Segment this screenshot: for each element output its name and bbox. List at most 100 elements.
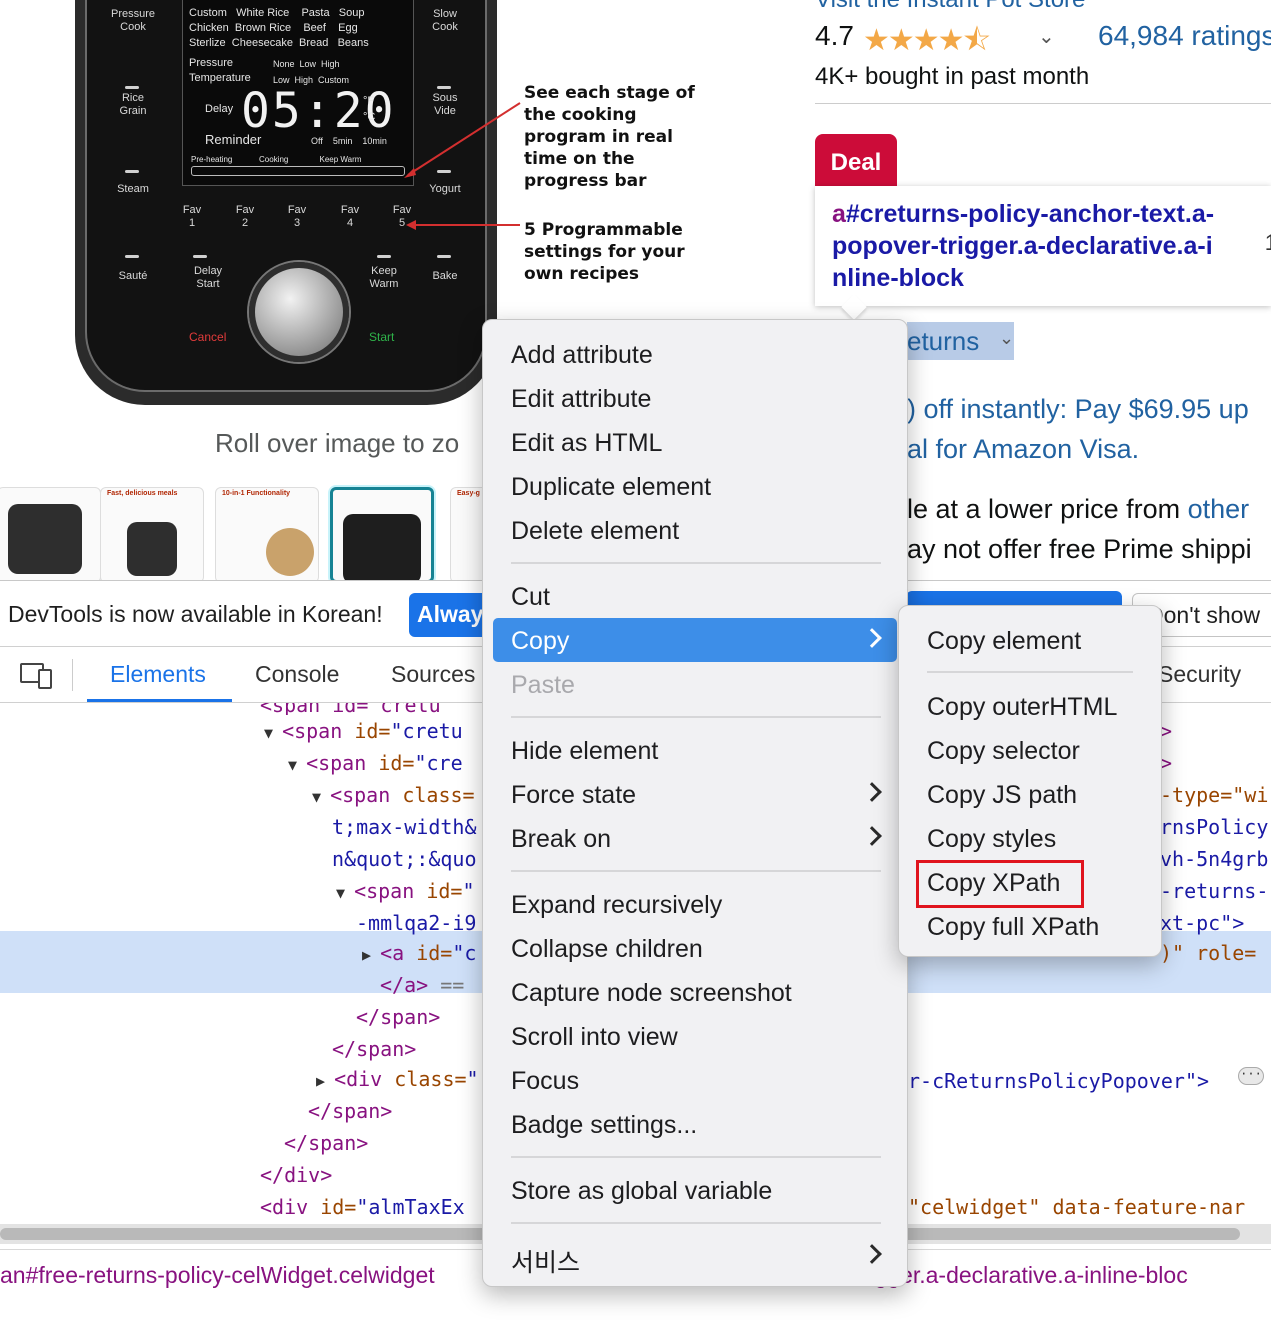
menu-item-break-on[interactable]: Break on (493, 816, 897, 860)
thumbnail[interactable] (0, 487, 101, 580)
menu-item-copy-element[interactable]: Copy element (909, 618, 1153, 662)
menu-item-label: 서비스 (511, 1249, 581, 1277)
menu-item-expand-recursively[interactable]: Expand recursively (493, 882, 897, 926)
store-link[interactable]: Visit the Instant Pot Store (815, 0, 1085, 14)
menu-item-label: Focus (511, 1067, 580, 1095)
device-toolbar-icon[interactable] (20, 661, 54, 689)
menu-item-add-attribute[interactable]: Add attribute (493, 332, 897, 376)
dom-line[interactable]: </span> (356, 1001, 482, 1033)
tab-console[interactable]: Console (255, 661, 339, 688)
dom-tag: <span (282, 719, 343, 743)
button-dash (125, 86, 139, 89)
offer-line[interactable]: ) off instantly: Pay $69.95 up (907, 394, 1249, 425)
menu-item-label: Store as global variable (511, 1177, 773, 1205)
menu-item-label: Copy (511, 627, 570, 655)
menu-item-label: Copy styles (927, 825, 1057, 853)
menu-item-copy-styles[interactable]: Copy styles (909, 816, 1153, 860)
breadcrumb-item[interactable]: an#free-returns-policy-celWidget.celwidg… (0, 1262, 435, 1289)
dom-expand-triangle-icon[interactable]: ▼ (264, 724, 282, 742)
dom-attr-name: id= (414, 879, 463, 903)
dom-line[interactable]: ▼ <span id=" (336, 875, 482, 907)
menu-item-store-as-global-variable[interactable]: Store as global variable (493, 1168, 897, 1212)
dom-line[interactable]: -mmlqa2-i9 (356, 907, 482, 939)
dom-line[interactable]: <div id="almTaxEx (260, 1191, 482, 1223)
dom-line-tail[interactable]: xt-pc"> (1160, 907, 1244, 939)
menu-item-hide-element[interactable]: Hide element (493, 728, 897, 772)
dom-line-tail[interactable]: vh-5n4grb (1160, 843, 1268, 875)
menu-item-force-state[interactable]: Force state (493, 772, 897, 816)
menu-item-services[interactable]: 서비스 (493, 1234, 897, 1278)
returns-link[interactable]: eturns (907, 326, 979, 357)
dom-line-tail[interactable]: -returns- (1160, 875, 1268, 907)
dom-expand-triangle-icon[interactable]: ▼ (336, 884, 354, 902)
dom-line[interactable]: </a> == (380, 969, 482, 1001)
menu-item-delete-element[interactable]: Delete element (493, 508, 897, 552)
tab-security[interactable]: Security (1158, 661, 1241, 688)
menu-item-copy-full-xpath[interactable]: Copy full XPath (909, 904, 1153, 948)
dom-tag: </span> (332, 1037, 417, 1061)
menu-item-copy-js-path[interactable]: Copy JS path (909, 772, 1153, 816)
expand-ellipsis-button[interactable]: ··· (1238, 1067, 1264, 1085)
menu-item-edit-attribute[interactable]: Edit attribute (493, 376, 897, 420)
tooltip-pointer (841, 294, 867, 320)
menu-item-paste: Paste (493, 662, 897, 706)
chevron-down-icon[interactable]: ⌄ (999, 328, 1014, 349)
thumbnail-image (127, 522, 177, 576)
dom-line[interactable]: </span> (332, 1033, 482, 1065)
menu-item-label: Cut (511, 583, 550, 611)
ratings-count-link[interactable]: 64,984 ratings (1098, 20, 1271, 52)
menu-item-copy[interactable]: Copy (493, 618, 897, 662)
chevron-down-icon[interactable]: ⌄ (1038, 24, 1055, 49)
dom-line[interactable]: ▼ <span id="cre (288, 747, 482, 779)
tab-elements[interactable]: Elements (110, 661, 206, 688)
thumbnail-selected[interactable] (330, 487, 434, 580)
deal-badge: Deal (815, 134, 897, 188)
dom-line-tail[interactable]: )" role= (1160, 937, 1256, 969)
dom-expand-triangle-icon[interactable]: ▼ (312, 788, 330, 806)
offer-line[interactable]: al for Amazon Visa. (907, 434, 1139, 465)
star-half-icon: ⯪ (962, 24, 991, 57)
chevron-right-icon (867, 1244, 879, 1264)
star-rating-icon[interactable]: ★★★★⯪ (863, 18, 991, 69)
dom-attr-value: "cre (414, 751, 463, 775)
tooltip-selector: #creturns-policy-anchor-text.a-popover-t… (832, 200, 1215, 292)
menu-item-capture-node-screenshot[interactable]: Capture node screenshot (493, 970, 897, 1014)
dom-tag: <a (380, 941, 405, 965)
thumbnail[interactable]: 10-in-1 Functionality (215, 487, 319, 580)
dom-line[interactable]: </div> (260, 1159, 482, 1191)
dom-line[interactable]: t;max-width& (332, 811, 482, 843)
menu-item-badge-settings[interactable]: Badge settings... (493, 1102, 897, 1146)
dom-tag: <span (306, 751, 367, 775)
dom-expand-triangle-icon[interactable]: ▶ (362, 946, 380, 964)
dom-line-tail[interactable]: -type="wi (1160, 779, 1268, 811)
dom-tag: </div> (260, 1163, 333, 1187)
dom-line-text: -returns- (1160, 879, 1269, 903)
menu-item-scroll-into-view[interactable]: Scroll into view (493, 1014, 897, 1058)
dom-line-tail[interactable]: rnsPolicy (1160, 811, 1268, 843)
lcd-reminder-options: Off 5min 10min (311, 136, 387, 146)
menu-item-collapse-children[interactable]: Collapse children (493, 926, 897, 970)
dom-line[interactable]: n&quot;:&quo (332, 843, 482, 875)
dom-expand-triangle-icon[interactable]: ▼ (288, 756, 306, 774)
menu-item-edit-as-html[interactable]: Edit as HTML (493, 420, 897, 464)
menu-item-copy-outerhtml[interactable]: Copy outerHTML (909, 684, 1153, 728)
dom-line-tail[interactable]: r-cReturnsPolicyPopover"> (908, 1065, 1209, 1097)
callout-progress-bar: See each stage of the cooking program in… (524, 83, 695, 191)
other-sellers-link[interactable]: other (1188, 494, 1250, 524)
menu-item-duplicate-element[interactable]: Duplicate element (493, 464, 897, 508)
menu-item-focus[interactable]: Focus (493, 1058, 897, 1102)
dom-line-tail[interactable]: "celwidget" data-feature-nar (908, 1191, 1245, 1223)
dom-line[interactable]: ▶ <a id="c (362, 937, 482, 969)
menu-item-cut[interactable]: Cut (493, 574, 897, 618)
dom-line[interactable]: ▶ <div class=" (316, 1063, 482, 1095)
dom-expand-triangle-icon[interactable]: ▶ (316, 1072, 334, 1090)
dom-line[interactable]: ▼ <span class= (312, 779, 482, 811)
thumbnail[interactable]: Fast, delicious meals (100, 487, 204, 580)
dom-line[interactable]: ▼ <span id="cretu (264, 715, 482, 747)
tab-sources[interactable]: Sources (391, 661, 475, 688)
button-dash (437, 255, 451, 258)
dom-line[interactable]: </span> (284, 1127, 482, 1159)
menu-item-label: Copy selector (927, 737, 1080, 765)
dom-line[interactable]: </span> (308, 1095, 482, 1127)
menu-item-copy-selector[interactable]: Copy selector (909, 728, 1153, 772)
